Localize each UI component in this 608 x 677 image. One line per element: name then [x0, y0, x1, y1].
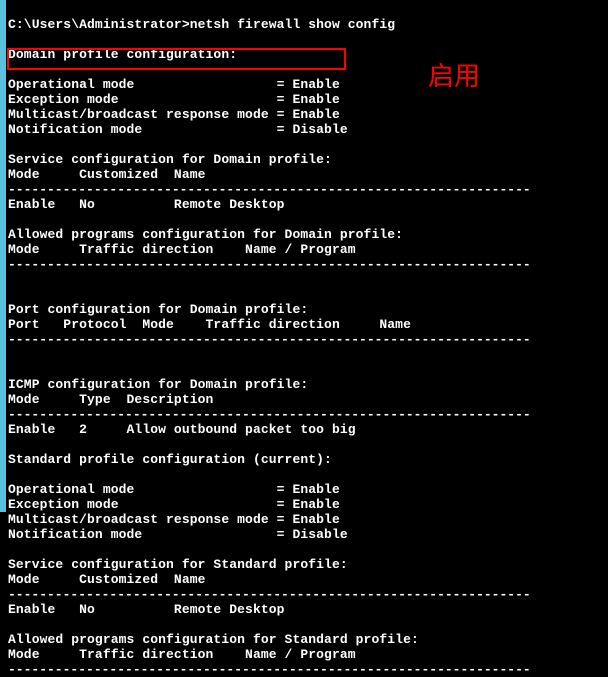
divider: ----------------------------------------… — [8, 662, 531, 677]
divider: ----------------------------------------… — [8, 587, 531, 602]
service-standard-title: Service configuration for Standard profi… — [8, 557, 348, 572]
std-notification-mode-row: Notification mode = Disable — [8, 527, 348, 542]
service-domain-cols: Mode Customized Name — [8, 167, 206, 182]
divider: ----------------------------------------… — [8, 182, 531, 197]
service-domain-row: Enable No Remote Desktop — [8, 197, 285, 212]
prompt-line: C:\Users\Administrator>netsh firewall sh… — [8, 17, 395, 32]
allowed-domain-title: Allowed programs configuration for Domai… — [8, 227, 403, 242]
terminal-output: C:\Users\Administrator>netsh firewall sh… — [8, 2, 531, 677]
divider: ----------------------------------------… — [8, 332, 531, 347]
window-left-edge — [0, 0, 6, 512]
std-operational-mode-row: Operational mode = Enable — [8, 482, 340, 497]
std-multicast-mode-row: Multicast/broadcast response mode = Enab… — [8, 512, 340, 527]
exception-mode-row: Exception mode = Enable — [8, 92, 340, 107]
multicast-mode-row: Multicast/broadcast response mode = Enab… — [8, 107, 340, 122]
annotation-label: 启用 — [428, 56, 480, 93]
port-domain-title: Port configuration for Domain profile: — [8, 302, 308, 317]
icmp-domain-row: Enable 2 Allow outbound packet too big — [8, 422, 356, 437]
standard-profile-header: Standard profile configuration (current)… — [8, 452, 332, 467]
notification-mode-row: Notification mode = Disable — [8, 122, 348, 137]
icmp-domain-title: ICMP configuration for Domain profile: — [8, 377, 308, 392]
allowed-domain-cols: Mode Traffic direction Name / Program — [8, 242, 356, 257]
allowed-standard-title: Allowed programs configuration for Stand… — [8, 632, 419, 647]
port-domain-cols: Port Protocol Mode Traffic direction Nam… — [8, 317, 411, 332]
divider: ----------------------------------------… — [8, 407, 531, 422]
domain-profile-header: Domain profile configuration: — [8, 47, 237, 62]
operational-mode-row: Operational mode = Enable — [8, 77, 340, 92]
service-standard-row: Enable No Remote Desktop — [8, 602, 285, 617]
allowed-standard-cols: Mode Traffic direction Name / Program — [8, 647, 356, 662]
divider: ----------------------------------------… — [8, 257, 531, 272]
icmp-domain-cols: Mode Type Description — [8, 392, 213, 407]
service-standard-cols: Mode Customized Name — [8, 572, 206, 587]
service-domain-title: Service configuration for Domain profile… — [8, 152, 332, 167]
std-exception-mode-row: Exception mode = Enable — [8, 497, 340, 512]
